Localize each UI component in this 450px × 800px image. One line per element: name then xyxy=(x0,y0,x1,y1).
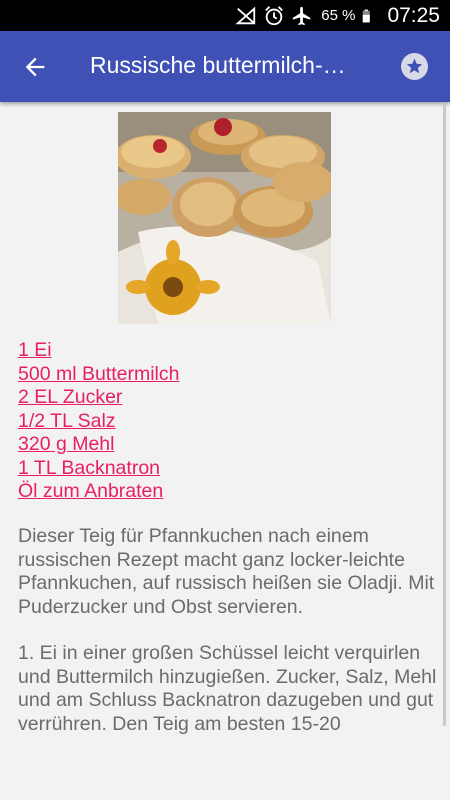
status-bar: 65 % 07:25 xyxy=(0,0,450,31)
page-title: Russische buttermilch-… xyxy=(90,52,346,78)
airplane-mode-icon xyxy=(293,6,311,25)
recipe-description: Dieser Teig für Pfannkuchen nach einem r… xyxy=(18,525,435,618)
clock: 07:25 xyxy=(387,3,440,27)
app-bar: Russische buttermilch-… xyxy=(0,31,450,102)
signal-muted-icon xyxy=(235,6,256,24)
ingredients-list: 1 Ei 500 ml Buttermilch 2 EL Zucker 1/2 … xyxy=(18,339,428,504)
ingredient-link[interactable]: 1 Ei xyxy=(18,339,428,363)
ingredient-link[interactable]: 2 EL Zucker xyxy=(18,386,428,410)
recipe-photo xyxy=(118,112,331,324)
recipe-instructions: 1. Ei in einer großen Schüssel leicht ve… xyxy=(18,642,437,735)
alarm-icon xyxy=(265,5,284,25)
ingredient-link[interactable]: 500 ml Buttermilch xyxy=(18,363,428,387)
star-icon[interactable] xyxy=(401,53,428,80)
scrollbar[interactable] xyxy=(443,104,446,726)
ingredient-link[interactable]: 1/2 TL Salz xyxy=(18,410,428,434)
pancake-photo-illustration xyxy=(118,112,331,324)
ingredient-link[interactable]: 1 TL Backnatron xyxy=(18,457,428,481)
status-icons: 65 % 07:25 xyxy=(235,0,440,31)
ingredient-link[interactable]: 320 g Mehl xyxy=(18,433,428,457)
recipe-content[interactable]: 1 Ei 500 ml Buttermilch 2 EL Zucker 1/2 … xyxy=(0,102,450,800)
ingredient-link[interactable]: Öl zum Anbraten xyxy=(18,480,428,504)
arrow-left-icon[interactable] xyxy=(20,53,50,81)
battery-percent: 65 % xyxy=(321,7,356,24)
battery-icon xyxy=(363,9,371,22)
